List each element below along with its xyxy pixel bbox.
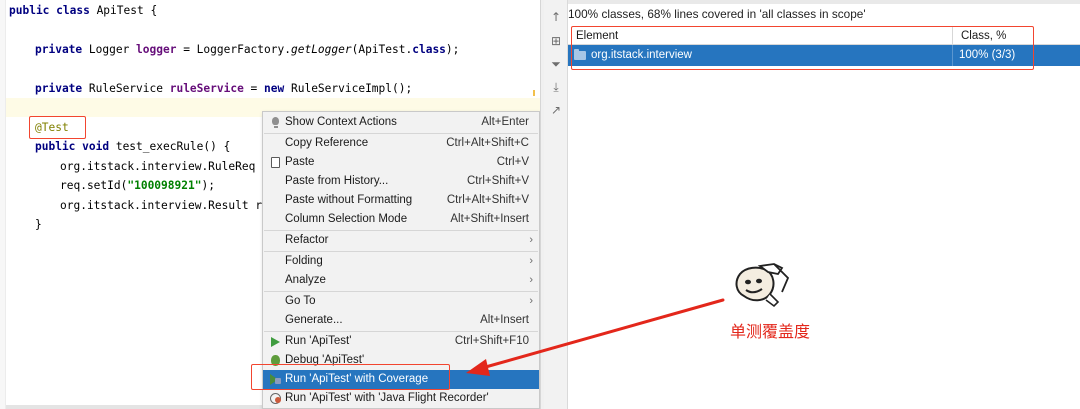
coverage-menu-highlight-box (251, 364, 450, 390)
menu-item-run[interactable]: Run 'ApiTest' Ctrl+Shift+F10 (263, 332, 539, 351)
menu-item-analyze[interactable]: Analyze › (263, 271, 539, 290)
menu-item-go-to[interactable]: Go To › (263, 292, 539, 311)
submenu-arrow-icon: › (529, 295, 533, 307)
filter-icon[interactable]: ⏷ (549, 57, 563, 71)
menu-item-paste-without-formatting[interactable]: Paste without Formatting Ctrl+Alt+Shift+… (263, 191, 539, 210)
menu-item-paste[interactable]: Paste Ctrl+V (263, 153, 539, 172)
submenu-arrow-icon: › (529, 255, 533, 267)
code-line-set-id[interactable]: req.setId("100098921"); (60, 178, 215, 194)
code-line-close-brace[interactable]: } (35, 217, 42, 233)
menu-item-paste-from-history[interactable]: Paste from History... Ctrl+Shift+V (263, 172, 539, 191)
export-icon[interactable]: ↗ (549, 103, 563, 117)
test-annotation-highlight-box (29, 116, 86, 139)
menu-item-run-with-flight-recorder[interactable]: Run 'ApiTest' with 'Java Flight Recorder… (263, 389, 539, 408)
import-icon[interactable]: ⤓ (549, 80, 563, 94)
flight-recorder-icon (269, 392, 282, 405)
code-line-class-decl[interactable]: public class ApiTest { (9, 3, 157, 19)
code-line-test-method[interactable]: public void test_execRule() { (35, 139, 230, 155)
code-line-rule-service[interactable]: private RuleService ruleService = new Ru… (35, 81, 412, 97)
code-line-rule-req[interactable]: org.itstack.interview.RuleReq req (60, 159, 282, 175)
scroll-marker (533, 90, 535, 96)
meme-sticker-image (730, 262, 790, 310)
menu-item-generate[interactable]: Generate... Alt+Insert (263, 311, 539, 330)
coverage-summary: 100% classes, 68% lines covered in 'all … (568, 7, 866, 21)
run-icon (269, 335, 282, 348)
flatten-packages-icon[interactable]: ⊞ (549, 34, 563, 48)
lightbulb-icon (269, 116, 282, 129)
menu-item-refactor[interactable]: Refactor › (263, 231, 539, 250)
submenu-arrow-icon: › (529, 234, 533, 246)
menu-item-column-selection-mode[interactable]: Column Selection Mode Alt+Shift+Insert (263, 210, 539, 229)
editor-gutter (0, 0, 6, 409)
menu-item-show-context-actions[interactable]: Show Context Actions Alt+Enter (263, 113, 539, 132)
coverage-toolbar: ↑ ⊞ ⏷ ⤓ ↗ (544, 0, 568, 409)
arrow-up-icon[interactable]: ↑ (549, 10, 563, 24)
menu-item-folding[interactable]: Folding › (263, 252, 539, 271)
annotation-label: 单测覆盖度 (730, 322, 811, 341)
code-line-result[interactable]: org.itstack.interview.Result resu (60, 198, 282, 214)
code-line-logger[interactable]: private Logger logger = LoggerFactory.ge… (35, 42, 459, 58)
clipboard-icon (269, 156, 282, 169)
menu-item-copy-reference[interactable]: Copy Reference Ctrl+Alt+Shift+C (263, 134, 539, 153)
coverage-table-highlight-box (571, 26, 1034, 70)
submenu-arrow-icon: › (529, 274, 533, 286)
